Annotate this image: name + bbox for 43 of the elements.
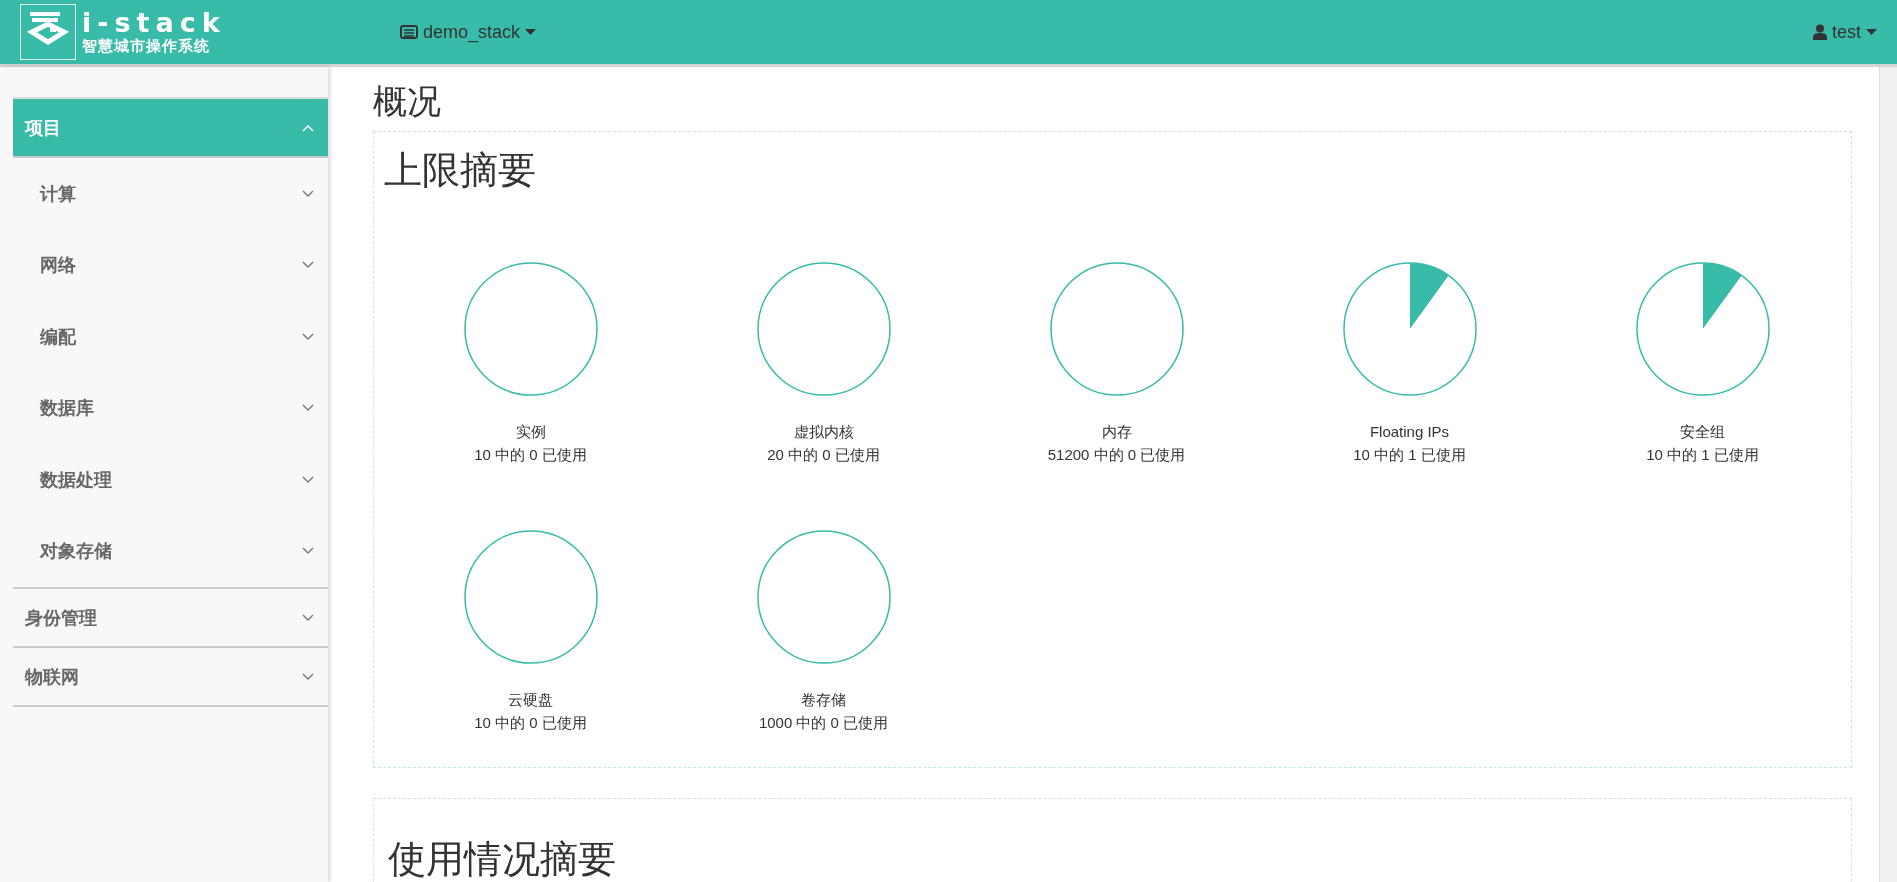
brand-subtitle: 智慧城市操作系统 (82, 37, 211, 55)
sidebar-subitem[interactable]: 数据库 (13, 372, 328, 444)
caret-icon (525, 29, 537, 35)
quota-name: 虚拟内核 (793, 422, 854, 442)
chevron-icon (302, 261, 314, 270)
sidebar-subitem[interactable]: 数据处理 (13, 444, 328, 516)
sidebar-subitem[interactable]: 编配 (13, 301, 328, 373)
list-icon (400, 25, 418, 39)
section-title: 使用情况摘要 (388, 837, 616, 881)
quota-name: 内存 (1101, 422, 1132, 442)
quota-usage: 20 中的 0 已使用 (767, 445, 880, 465)
chevron-icon (302, 404, 314, 413)
caret-icon (1866, 29, 1877, 35)
chevron-icon (302, 613, 314, 622)
page-title: 概况 (373, 81, 441, 122)
chevron-icon (302, 189, 314, 198)
quota-usage: 51200 中的 0 已使用 (1047, 445, 1186, 465)
logo-icon (20, 4, 76, 60)
chevron-icon (302, 123, 314, 132)
section-title: 上限摘要 (384, 148, 536, 192)
quota-usage: 10 中的 1 已使用 (1646, 445, 1759, 465)
sidebar-item[interactable]: 身份管理 (13, 589, 328, 648)
sidebar-subitem[interactable]: 网络 (13, 229, 328, 301)
user-dropdown[interactable]: test (1813, 21, 1877, 43)
quota-name: 安全组 (1680, 422, 1725, 442)
quota-usage: 10 中的 1 已使用 (1353, 445, 1466, 465)
chevron-icon (302, 672, 314, 681)
sidebar-subitem[interactable]: 对象存储 (13, 515, 328, 587)
chevron-icon (302, 547, 314, 556)
quota-name: 云硬盘 (508, 690, 553, 710)
sidebar-item[interactable]: 物联网 (13, 648, 328, 707)
chevron-icon (302, 332, 314, 341)
project-dropdown[interactable]: demo_stack (400, 21, 537, 43)
sidebar-subitem[interactable]: 计算 (13, 158, 328, 230)
quota-usage: 10 中的 0 已使用 (474, 445, 587, 465)
quota-name: 卷存储 (801, 690, 846, 710)
quota-usage: 10 中的 0 已使用 (474, 713, 587, 733)
quota-usage: 1000 中的 0 已使用 (758, 713, 889, 733)
brand-name: i-stack (82, 9, 226, 37)
quota-name: Floating IPs (1369, 422, 1450, 442)
quota-name: 实例 (515, 422, 546, 442)
chevron-icon (302, 475, 314, 484)
user-icon (1813, 24, 1827, 40)
